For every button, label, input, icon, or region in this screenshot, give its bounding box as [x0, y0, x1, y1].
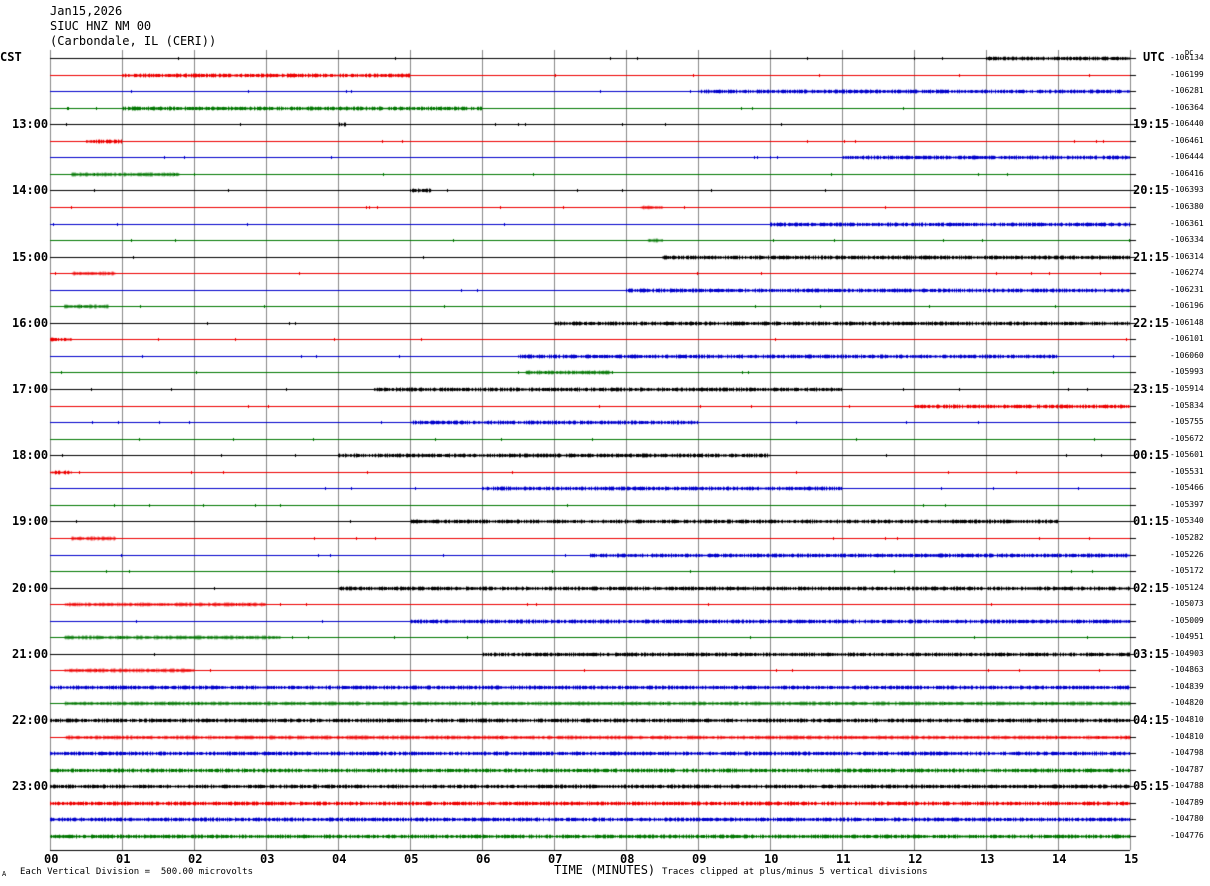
x-tick-label: 03 [260, 852, 275, 866]
right-hour-label: 04:15 [1133, 713, 1170, 727]
x-tick-label: 09 [692, 852, 707, 866]
dc-offset-label: -106440 [1170, 119, 1204, 128]
dc-offset-label: -105672 [1170, 434, 1204, 443]
right-hour-label: 19:15 [1133, 117, 1170, 131]
dc-offset-label: -104820 [1170, 698, 1204, 707]
dc-offset-label: -106361 [1170, 219, 1204, 228]
right-hour-label: 22:15 [1133, 316, 1170, 330]
dc-offset-label: -105834 [1170, 401, 1204, 410]
x-tick-label: 01 [116, 852, 131, 866]
date-label: Jan15,2026 [50, 4, 123, 18]
dc-offset-label: -104863 [1170, 665, 1204, 674]
dc-offset-label: -106231 [1170, 285, 1204, 294]
dc-offset-label: -106334 [1170, 235, 1204, 244]
x-tick-label: 04 [332, 852, 347, 866]
corner-mark: A [2, 870, 7, 878]
dc-offset-label: -106380 [1170, 202, 1204, 211]
right-hour-label: 23:15 [1133, 382, 1170, 396]
x-tick-label: 11 [836, 852, 851, 866]
left-hour-label: 22:00 [12, 713, 49, 727]
dc-offset-label: -104951 [1170, 632, 1204, 641]
dc-offset-label: -105531 [1170, 467, 1204, 476]
right-hour-label: 05:15 [1133, 779, 1170, 793]
location-label: (Carbondale, IL (CERI)) [50, 34, 217, 48]
x-tick-label: 10 [764, 852, 779, 866]
dc-offset-label: -105073 [1170, 599, 1204, 608]
dc-offset-label: -104788 [1170, 781, 1204, 790]
dc-offset-label: -105993 [1170, 367, 1204, 376]
dc-offset-label: -105340 [1170, 516, 1204, 525]
dc-offset-label: -106444 [1170, 152, 1204, 161]
dc-offset-label: -104798 [1170, 748, 1204, 757]
dc-offset-label: -104810 [1170, 715, 1204, 724]
x-tick-label: 02 [188, 852, 203, 866]
dc-offset-label: -105601 [1170, 450, 1204, 459]
dc-offset-label: -104810 [1170, 732, 1204, 741]
x-tick-label: 06 [476, 852, 491, 866]
right-hour-label: 03:15 [1133, 647, 1170, 661]
dc-offset-label: -106393 [1170, 185, 1204, 194]
dc-offset-label: -106196 [1170, 301, 1204, 310]
left-hour-label: 18:00 [12, 448, 49, 462]
right-hour-label: 00:15 [1133, 448, 1170, 462]
right-hour-label: 01:15 [1133, 514, 1170, 528]
left-hour-label: 17:00 [12, 382, 49, 396]
dc-offset-label: -104789 [1170, 798, 1204, 807]
dc-offset-label: -105397 [1170, 500, 1204, 509]
dc-offset-label: -106134 [1170, 53, 1204, 62]
dc-offset-label: -106281 [1170, 86, 1204, 95]
right-hour-label: 02:15 [1133, 581, 1170, 595]
dc-offset-label: -105009 [1170, 616, 1204, 625]
dc-offset-label: -105466 [1170, 483, 1204, 492]
dc-offset-label: -105282 [1170, 533, 1204, 542]
left-hour-label: 15:00 [12, 250, 49, 264]
left-hour-label: 13:00 [12, 117, 49, 131]
x-tick-label: 00 [44, 852, 59, 866]
dc-offset-label: -105172 [1170, 566, 1204, 575]
dc-offset-label: -104787 [1170, 765, 1204, 774]
clip-note: Traces clipped at plus/minus 5 vertical … [662, 867, 928, 877]
left-timezone-label: CST [0, 50, 22, 64]
dc-offset-label: -105914 [1170, 384, 1204, 393]
helicorder-plot [0, 0, 1210, 886]
x-axis-title: TIME (MINUTES) [554, 863, 656, 877]
dc-offset-label: -104839 [1170, 682, 1204, 691]
station-label: SIUC HNZ NM 00 [50, 19, 152, 33]
left-hour-label: 19:00 [12, 514, 49, 528]
dc-offset-label: -106314 [1170, 252, 1204, 261]
dc-offset-label: -104903 [1170, 649, 1204, 658]
division-note: Each Vertical Division = 500.00 microvol… [20, 867, 253, 877]
dc-offset-label: -104780 [1170, 814, 1204, 823]
dc-offset-label: -104776 [1170, 831, 1204, 840]
dc-offset-label: -106060 [1170, 351, 1204, 360]
dc-offset-label: -106461 [1170, 136, 1204, 145]
dc-offset-label: -106416 [1170, 169, 1204, 178]
right-hour-label: 21:15 [1133, 250, 1170, 264]
x-tick-label: 15 [1124, 852, 1139, 866]
dc-offset-label: -106199 [1170, 70, 1204, 79]
dc-offset-label: -106101 [1170, 334, 1204, 343]
dc-offset-label: -106274 [1170, 268, 1204, 277]
left-hour-label: 21:00 [12, 647, 49, 661]
left-hour-label: 16:00 [12, 316, 49, 330]
right-timezone-label: UTC [1143, 50, 1165, 64]
x-tick-label: 14 [1052, 852, 1067, 866]
dc-offset-label: -106148 [1170, 318, 1204, 327]
left-hour-label: 20:00 [12, 581, 49, 595]
left-hour-label: 23:00 [12, 779, 49, 793]
x-tick-label: 12 [908, 852, 923, 866]
x-tick-label: 13 [980, 852, 995, 866]
x-tick-label: 05 [404, 852, 419, 866]
dc-offset-label: -105226 [1170, 550, 1204, 559]
dc-offset-label: -105124 [1170, 583, 1204, 592]
dc-offset-label: -106364 [1170, 103, 1204, 112]
left-hour-label: 14:00 [12, 183, 49, 197]
dc-offset-label: -105755 [1170, 417, 1204, 426]
right-hour-label: 20:15 [1133, 183, 1170, 197]
